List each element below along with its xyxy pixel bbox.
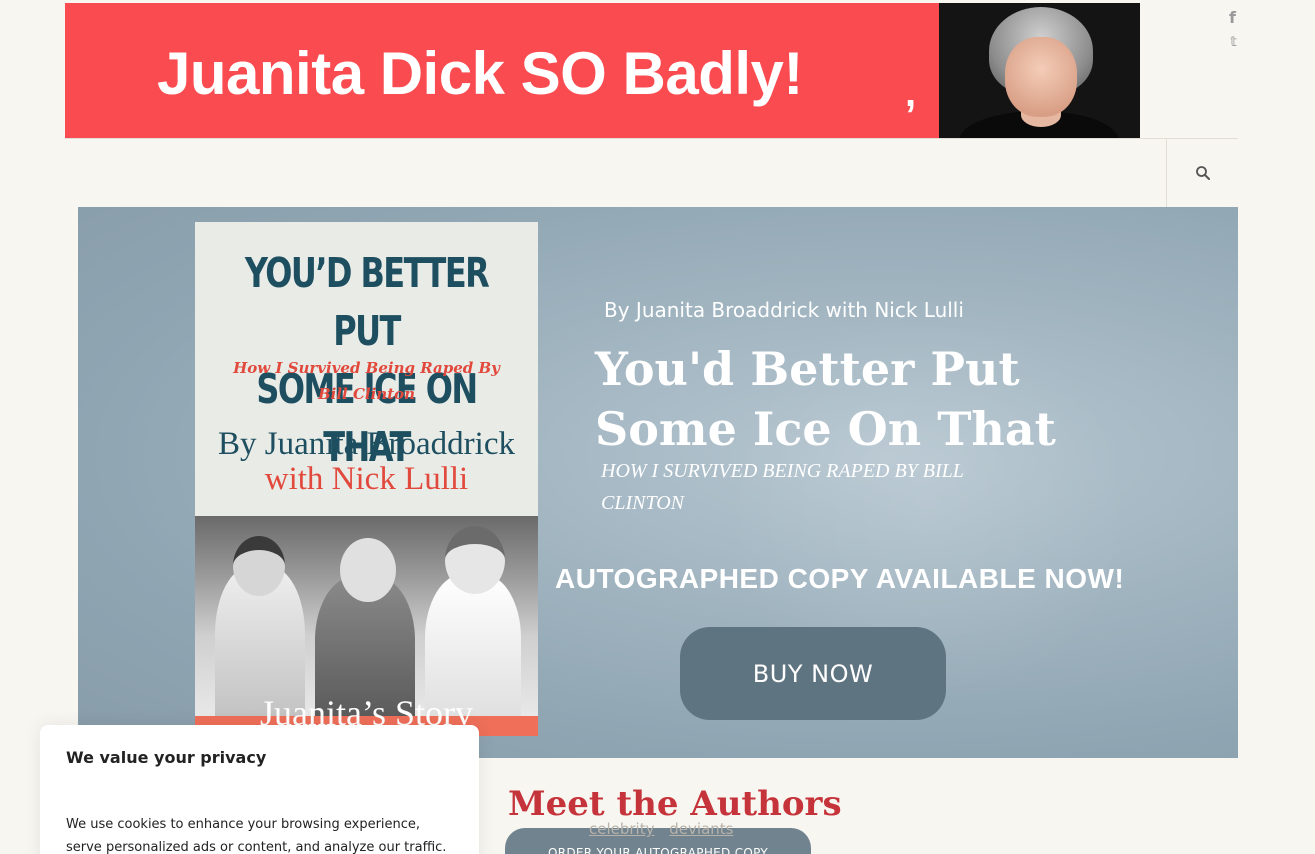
- book-cover-coauthor: with Nick Lulli: [264, 461, 469, 497]
- hero-subtitle: HOW I SURVIVED BEING RAPED BY BILL CLINT…: [601, 460, 964, 514]
- banner-headline: Juanita Dick SO Badly!: [157, 40, 803, 107]
- tag-deviants[interactable]: deviants: [669, 820, 733, 838]
- tag-celebrity[interactable]: celebrity: [589, 820, 655, 838]
- twitter-icon[interactable]: 𝕥: [1230, 35, 1237, 50]
- cookie-body-text: We use cookies to enhance your browsing …: [66, 817, 447, 854]
- banner-portrait-image: [939, 3, 1140, 138]
- book-cover-image[interactable]: YOU’D BETTER PUT SOME ICE ON THAT How I …: [195, 222, 538, 736]
- book-cover-subtitle: How I Survived Being Raped By Bill Clint…: [233, 359, 500, 403]
- hero-section: YOU’D BETTER PUT SOME ICE ON THAT How I …: [78, 207, 1238, 758]
- search-button[interactable]: [1166, 139, 1238, 207]
- autograph-notice: AUTOGRAPHED COPY AVAILABLE NOW!: [555, 563, 1125, 594]
- cookie-title: We value your privacy: [66, 748, 267, 767]
- hero-author-line: By Juanita Broaddrick with Nick Lulli: [604, 298, 964, 322]
- meet-authors-heading: Meet the Authors: [508, 784, 842, 824]
- facebook-icon[interactable]: f: [1229, 8, 1236, 27]
- banner-comma: ,: [905, 71, 917, 115]
- nav-divider: [65, 138, 1238, 139]
- buy-now-button[interactable]: BUY NOW: [680, 627, 946, 720]
- book-cover-photo: [195, 516, 538, 716]
- search-icon: [1195, 166, 1210, 180]
- tag-list: celebrity deviants: [589, 820, 743, 838]
- cookie-consent-panel: We value your privacy We use cookies to …: [40, 725, 479, 854]
- top-banner-ad[interactable]: Juanita Dick SO Badly! ,: [65, 3, 1140, 138]
- book-cover-author: By Juanita Broaddrick: [218, 426, 515, 462]
- hero-title: You'd Better Put Some Ice On That: [595, 342, 1056, 456]
